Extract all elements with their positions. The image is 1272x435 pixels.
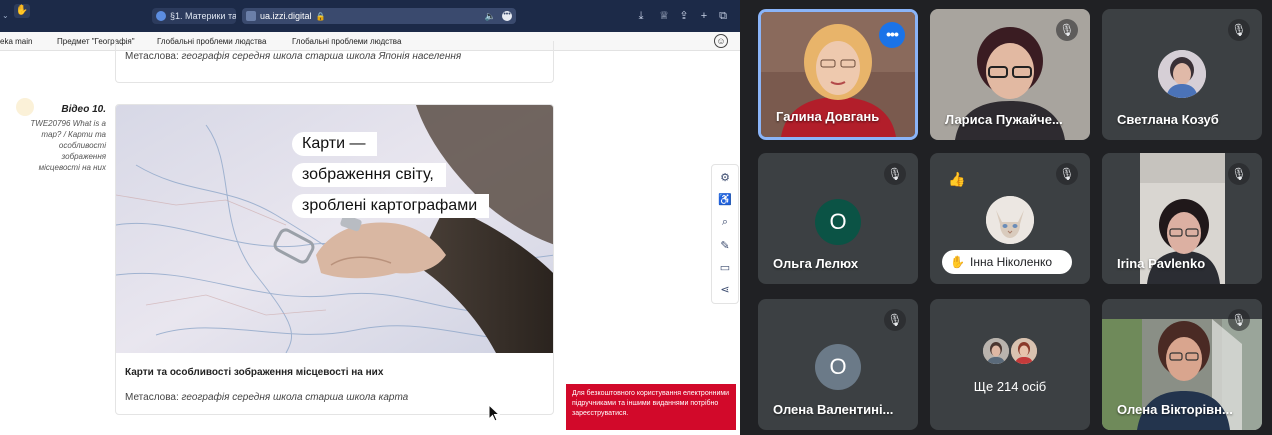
participant-tile[interactable]: 🎙 Олена Вікторівн... [1102,299,1262,430]
participant-tile[interactable]: 🎙 Irina Pavlenko [1102,153,1262,284]
participant-tile[interactable]: 🎙 Лариса Пужайче... [930,9,1090,140]
participant-name: Лариса Пужайче... [945,112,1063,127]
tab-favicon-icon [156,11,166,21]
site-favicon-icon [246,11,256,21]
download-icon[interactable]: ⤓ [634,8,648,24]
account-icon[interactable]: ☺ [714,34,728,48]
registration-banner[interactable]: Для безкоштовного користування електронн… [566,384,736,430]
chevron-down-icon[interactable]: ⌄ [2,11,9,20]
video-caption-line: зображення світу, [292,163,446,187]
share-nodes-icon[interactable]: ⋖ [718,283,732,297]
new-tab-icon[interactable]: + [697,8,711,24]
lock-icon: 🔒 [315,12,326,21]
pencil-icon[interactable]: ✎ [718,239,732,253]
video-title: Карти та особливості зображення місцевос… [125,367,384,378]
mic-off-icon: 🎙 [1056,163,1078,185]
raised-hand-icon: ✋ [950,255,965,269]
video-card: Карти — зображення світу, зроблені карто… [115,104,554,415]
participant-name: Олена Вікторівн... [1117,402,1233,417]
avatar-photo [983,338,1009,364]
thumbs-up-icon: ✋ [14,4,30,18]
browser-toolbar: ⌄ ✋ §1. Материки та... ua.izzi.digital🔒 … [0,0,742,32]
participant-name: Irina Pavlenko [1117,256,1206,271]
more-options-icon[interactable]: ••• [879,22,905,48]
participant-name: Ольга Лелюх [773,256,859,271]
mic-off-icon: 🎙 [884,163,906,185]
avatar-photo [1158,50,1206,98]
avatar: О [815,199,861,245]
shared-screen: ⌄ ✋ §1. Материки та... ua.izzi.digital🔒 … [0,0,742,435]
previous-video-card: Метаслова: географія середня школа старш… [115,41,554,83]
video-description: TWE20796 What is a map? / Карти та особл… [30,119,106,172]
metawords-line: Метаслова: географія середня школа старш… [125,51,461,62]
participant-name: Інна Ніколенко [970,255,1053,269]
avatar [981,336,1011,366]
participant-tile[interactable]: ••• Галина Довгань [758,9,918,140]
mouse-cursor-icon [488,404,500,422]
mic-off-icon: 🎙 [1228,309,1250,331]
metawords-label: Метаслова: [125,392,179,403]
avatar-photo [986,196,1034,244]
participant-name: Светлана Козуб [1117,112,1219,127]
bookmark-dot-icon [16,98,34,116]
participant-tile[interactable]: Ще 214 осіб [930,299,1090,430]
metawords-value: географія середня школа старша школа кар… [181,392,409,403]
avatar [986,196,1034,244]
mic-off-icon: 🎙 [1228,19,1250,41]
tab-overview-icon[interactable]: ⧉ [716,8,730,24]
browser-tab[interactable]: §1. Материки та... [152,8,236,24]
accessibility-icon[interactable]: ♿ [718,193,732,207]
more-dots-icon[interactable]: ••• [502,11,512,21]
screen-icon[interactable]: ▭ [718,261,732,275]
participant-tile[interactable]: 👍 🎙 ✋ Інна Ніколенко [930,153,1090,284]
extension-icon[interactable]: ♕ [657,8,671,24]
bookmark-item[interactable]: eka main [0,37,32,46]
participant-tile[interactable]: О 🎙 Олена Валентині... [758,299,918,430]
video-caption-line: Карти — [292,132,378,156]
mic-off-icon: 🎙 [884,309,906,331]
participant-tile[interactable]: О 🎙 Ольга Лелюх [758,153,918,284]
mic-off-icon: 🎙 [1228,163,1250,185]
speaker-icon[interactable]: 🔈 [485,8,496,24]
mic-off-icon: 🎙 [1056,19,1078,41]
avatar: О [815,344,861,390]
address-bar[interactable]: ua.izzi.digital 🔒 🔈 ••• [242,8,516,24]
share-divider [740,0,750,435]
share-icon[interactable]: ⇪ [677,8,691,24]
avatar [1158,50,1206,98]
video-player[interactable]: Карти — зображення світу, зроблені карто… [116,105,553,353]
video-label-block: Відео 10. TWE20796 What is a map? / Карт… [16,98,106,173]
search-icon[interactable]: ⌕ [718,215,732,229]
more-participants-count: Ще 214 осіб [973,379,1047,394]
avatar-photo [1011,338,1037,364]
raised-hand-icon: 👍 [948,171,966,187]
participant-name: Олена Валентині... [773,402,894,417]
address-bar-url: ua.izzi.digital [260,11,312,21]
side-toolbar: ⚙ ♿ ⌕ ✎ ▭ ⋖ [711,164,739,304]
metawords-line: Метаслова: географія середня школа старш… [125,392,408,403]
participant-name-pill: ✋ Інна Ніколенко [942,250,1072,274]
browser-tab-title: §1. Материки та... [170,11,236,21]
avatar [1009,336,1039,366]
page-content: Метаслова: географія середня школа старш… [0,41,742,435]
participant-tile[interactable]: 🎙 Светлана Козуб [1102,9,1262,140]
participant-name: Галина Довгань [776,109,880,124]
settings-icon[interactable]: ⚙ [718,171,732,185]
video-caption-line: зроблені картографами [292,194,490,218]
metawords-value: географія середня школа старша школа Япо… [181,51,462,62]
metawords-label: Метаслова: [125,51,179,62]
